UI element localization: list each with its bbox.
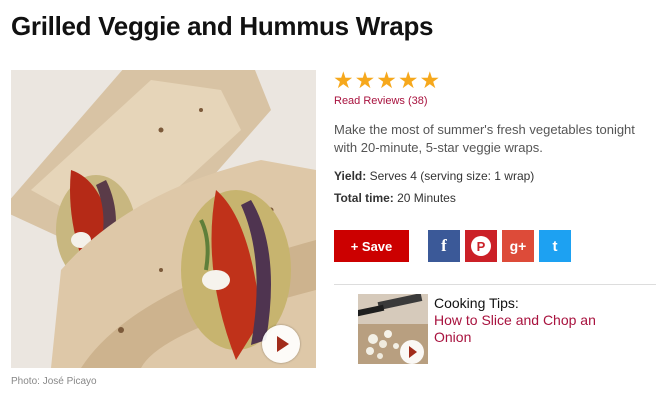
star-icon: ★ — [419, 67, 441, 93]
save-button[interactable]: + Save — [334, 230, 409, 262]
facebook-share-button[interactable]: f — [428, 230, 460, 262]
yield-label: Yield: — [334, 169, 367, 183]
pinterest-share-button[interactable]: P — [465, 230, 497, 262]
total-time-label: Total time: — [334, 191, 394, 205]
total-time-row: Total time: 20 Minutes — [334, 191, 456, 205]
yield-value: Serves 4 (serving size: 1 wrap) — [369, 169, 535, 183]
wrap-illustration — [11, 70, 316, 368]
section-divider — [334, 284, 656, 285]
recipe-description: Make the most of summer's fresh vegetabl… — [334, 122, 635, 155]
recipe-photo[interactable] — [11, 70, 316, 368]
google-plus-share-button[interactable]: g+ — [502, 230, 534, 262]
cooking-tips-heading: Cooking Tips: — [434, 295, 519, 311]
star-icon: ★ — [376, 67, 397, 93]
pinterest-icon: P — [471, 236, 491, 256]
star-icon: ★ — [333, 67, 354, 93]
star-icon: ★ — [354, 67, 376, 93]
yield-row: Yield: Serves 4 (serving size: 1 wrap) — [334, 169, 534, 183]
facebook-icon: f — [441, 236, 447, 255]
video-play-button[interactable] — [262, 325, 300, 363]
twitter-share-button[interactable]: t — [539, 230, 571, 262]
tip-video-play-icon[interactable] — [400, 340, 424, 364]
twitter-icon: t — [552, 237, 558, 255]
google-plus-icon: g+ — [509, 238, 527, 254]
star-rating: ★ ★ ★ ★ ★ — [333, 69, 440, 92]
cooking-tip-link[interactable]: How to Slice and Chop an Onion — [434, 312, 634, 346]
photo-credit: Photo: José Picayo — [11, 376, 97, 387]
star-icon: ★ — [397, 67, 419, 93]
read-reviews-link[interactable]: Read Reviews (38) — [334, 95, 428, 107]
page-title: Grilled Veggie and Hummus Wraps — [11, 11, 434, 41]
total-time-value: 20 Minutes — [397, 191, 456, 205]
